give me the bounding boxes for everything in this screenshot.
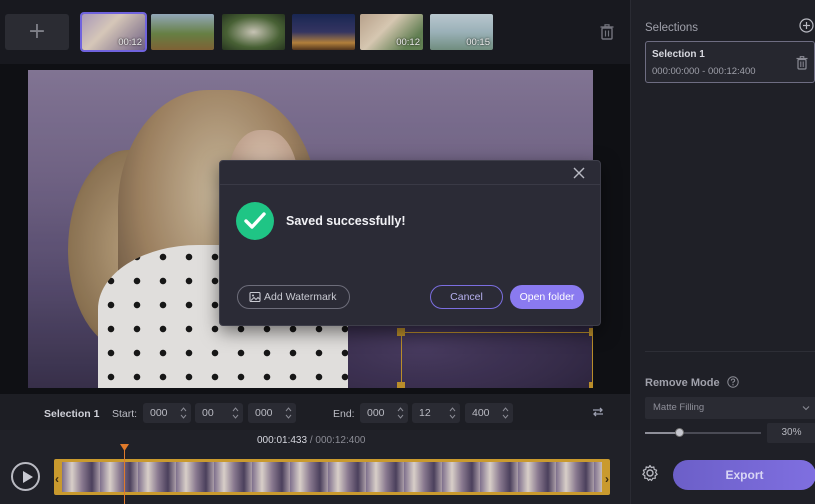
trim-right-handle[interactable]: › xyxy=(605,472,609,486)
remove-mode-title: Remove Mode xyxy=(645,377,720,389)
open-folder-button[interactable]: Open folder xyxy=(510,285,584,309)
add-watermark-button[interactable]: Add Watermark xyxy=(237,285,350,309)
add-watermark-label: Add Watermark xyxy=(264,291,337,303)
stepper-arrows-icon[interactable] xyxy=(397,406,404,420)
selection-time-row: Selection 1 Start: 000 00 000 End: 000 1… xyxy=(0,394,630,430)
trash-icon[interactable] xyxy=(796,56,808,70)
stepper-value: 000 xyxy=(367,407,385,419)
stepper-arrows-icon[interactable] xyxy=(285,406,292,420)
help-icon[interactable] xyxy=(727,376,739,388)
stepper-value: 000 xyxy=(150,407,168,419)
stepper-value: 12 xyxy=(419,407,431,419)
start-label: Start: xyxy=(112,408,138,420)
cancel-button[interactable]: Cancel xyxy=(430,285,503,309)
right-panel: Selections Selection 1 000:00:000 - 000:… xyxy=(630,0,815,504)
selection-card-range: 000:00:000 - 000:12:400 xyxy=(652,66,756,77)
stepper-value: 00 xyxy=(202,407,214,419)
stepper-value: 000 xyxy=(255,407,273,419)
end-minutes-stepper[interactable]: 000 xyxy=(360,403,408,423)
playhead[interactable] xyxy=(124,447,125,504)
selection-name: Selection 1 xyxy=(44,408,100,420)
timeline-track[interactable]: ‹ › xyxy=(54,459,610,495)
stepper-arrows-icon[interactable] xyxy=(502,406,509,420)
play-icon xyxy=(23,471,33,483)
end-label: End: xyxy=(333,408,355,420)
stepper-arrows-icon[interactable] xyxy=(180,406,187,420)
loop-icon[interactable] xyxy=(591,405,605,419)
timecode: 000:01:433 / 000:12:400 xyxy=(257,435,365,446)
remove-mode-select[interactable]: Matte Filling xyxy=(645,397,815,419)
start-seconds-stepper[interactable]: 00 xyxy=(195,403,243,423)
play-button[interactable] xyxy=(11,462,40,491)
end-ms-stepper[interactable]: 400 xyxy=(465,403,513,423)
gear-icon[interactable] xyxy=(641,464,659,482)
start-minutes-stepper[interactable]: 000 xyxy=(143,403,191,423)
plus-circle-icon[interactable] xyxy=(799,18,814,33)
export-button[interactable]: Export xyxy=(673,460,815,490)
total-time: 000:12:400 xyxy=(315,435,366,446)
close-icon[interactable] xyxy=(573,167,585,179)
trim-left-handle[interactable]: ‹ xyxy=(55,472,59,486)
success-message: Saved successfully! xyxy=(286,214,406,228)
current-time: 000:01:433 xyxy=(257,435,308,446)
editor-area: + 00:12 00:12 00:15 Selection 1 Start: 0… xyxy=(0,0,630,504)
save-success-dialog: Saved successfully! Add Watermark Cancel… xyxy=(219,160,601,326)
dialog-titlebar xyxy=(220,161,600,185)
end-seconds-stepper[interactable]: 12 xyxy=(412,403,460,423)
selection-card[interactable]: Selection 1 000:00:000 - 000:12:400 xyxy=(645,41,815,83)
stepper-value: 400 xyxy=(472,407,490,419)
start-ms-stepper[interactable]: 000 xyxy=(248,403,296,423)
stepper-arrows-icon[interactable] xyxy=(232,406,239,420)
selection-card-title: Selection 1 xyxy=(652,49,705,60)
check-icon xyxy=(236,202,274,240)
matte-percent-input[interactable]: 30% xyxy=(767,423,815,443)
watermark-icon xyxy=(249,291,261,303)
stepper-arrows-icon[interactable] xyxy=(449,406,456,420)
matte-slider-knob[interactable] xyxy=(675,428,685,437)
chevron-down-icon xyxy=(802,406,810,411)
remove-mode-value: Matte Filling xyxy=(653,402,705,413)
selections-title: Selections xyxy=(645,22,699,34)
filmstrip xyxy=(62,462,602,492)
panel-divider xyxy=(645,351,815,352)
